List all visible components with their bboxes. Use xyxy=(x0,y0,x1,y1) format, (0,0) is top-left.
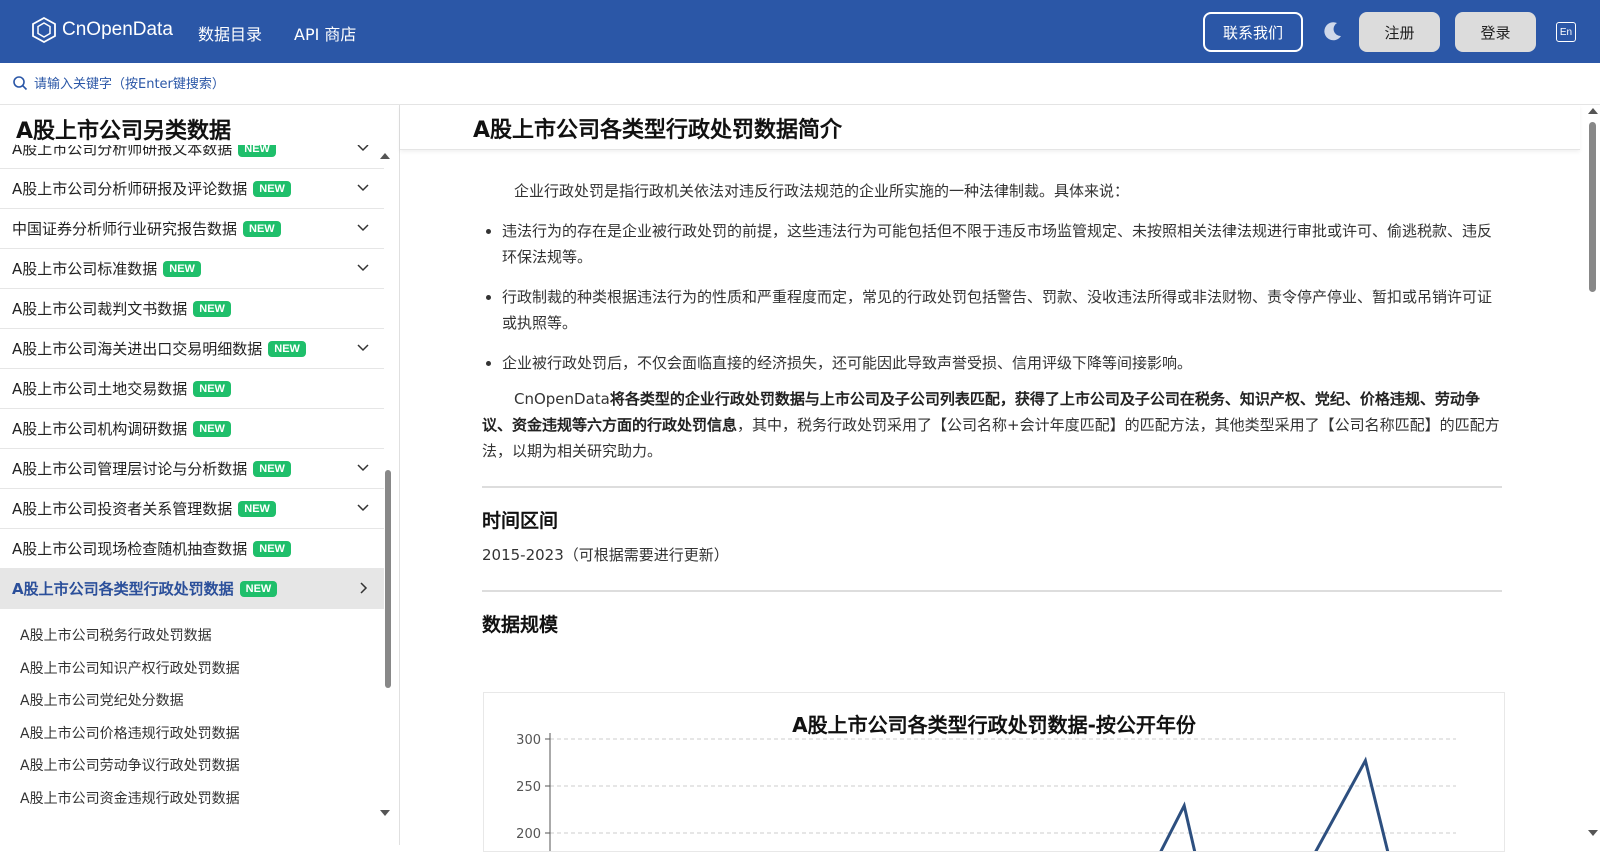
chart-title: A股上市公司各类型行政处罚数据-按公开年份 xyxy=(792,713,1196,737)
y-tick-label: 200 xyxy=(516,827,541,842)
sidebar-item[interactable]: A股上市公司现场检查随机抽查数据 NEW xyxy=(0,529,384,569)
sidebar-item[interactable]: A股上市公司土地交易数据 NEW xyxy=(0,369,384,409)
chevron-right-icon[interactable] xyxy=(356,581,370,595)
sidebar-sub-list: A股上市公司税务行政处罚数据 A股上市公司知识产权行政处罚数据 A股上市公司党纪处分… xyxy=(0,609,384,814)
bullet-item: 企业被行政处罚后，不仅会面临直接的经济损失，还可能因此导致声誉受损、信用评级下降… xyxy=(502,350,1502,376)
sidebar: A股上市公司分析师研报文本数据 NEW A股上市公司分析师研报及评论数据 NEW 中国证… xyxy=(0,105,400,845)
sidebar-item-label: A股上市公司裁判文书数据 xyxy=(12,300,188,318)
sidebar-sub-item[interactable]: A股上市公司党纪处分数据 xyxy=(0,684,384,717)
sidebar-item[interactable]: A股上市公司分析师研报及评论数据 NEW xyxy=(0,169,384,209)
sidebar-sub-item[interactable]: A股上市公司资金违规行政处罚数据 xyxy=(0,782,384,815)
sidebar-item[interactable]: A股上市公司裁判文书数据 NEW xyxy=(0,289,384,329)
sidebar-item[interactable]: A股上市公司管理层讨论与分析数据 NEW xyxy=(0,449,384,489)
sidebar-item-label: A股上市公司各类型行政处罚数据 xyxy=(12,580,234,598)
sidebar-item-label: A股上市公司土地交易数据 xyxy=(12,380,188,398)
series-line-segment xyxy=(1314,756,1390,851)
new-badge: NEW xyxy=(253,540,291,557)
sidebar-item[interactable]: A股上市公司各类型行政处罚数据 NEW xyxy=(0,569,384,609)
page-scroll-down-arrow[interactable] xyxy=(1588,830,1598,836)
language-toggle[interactable]: En xyxy=(1556,22,1576,42)
main-header: A股上市公司各类型行政处罚数据简介 xyxy=(400,105,1580,150)
sidebar-sub-item[interactable]: A股上市公司税务行政处罚数据 xyxy=(0,619,384,652)
divider xyxy=(482,486,1502,488)
page-scroll-up-arrow[interactable] xyxy=(1588,108,1598,114)
sidebar-item[interactable]: A股上市公司投资者关系管理数据 NEW xyxy=(0,489,384,529)
new-badge: NEW xyxy=(268,340,306,357)
sidebar-item-label: A股上市公司管理层讨论与分析数据 xyxy=(12,460,248,478)
sidebar-sub-item[interactable]: A股上市公司知识产权行政处罚数据 xyxy=(0,652,384,685)
new-badge: NEW xyxy=(193,380,231,397)
divider xyxy=(482,590,1502,592)
summary-prefix: CnOpenData xyxy=(514,390,610,408)
login-button[interactable]: 登录 xyxy=(1455,12,1536,52)
sidebar-scrollbar[interactable] xyxy=(385,470,391,688)
new-badge: NEW xyxy=(193,300,231,317)
sidebar-item-label: A股上市公司分析师研报及评论数据 xyxy=(12,180,248,198)
new-badge: NEW xyxy=(253,460,291,477)
search-input[interactable] xyxy=(34,73,434,95)
sidebar-item-label: A股上市公司机构调研数据 xyxy=(12,420,188,438)
new-badge: NEW xyxy=(163,260,201,277)
sidebar-item[interactable]: 中国证券分析师行业研究报告数据 NEW xyxy=(0,209,384,249)
chevron-down-icon[interactable] xyxy=(356,181,370,195)
new-badge: NEW xyxy=(243,220,281,237)
series-line-segment xyxy=(1159,801,1197,851)
top-nav: CnOpenData 数据目录 API 商店 联系我们 注册 登录 En xyxy=(0,0,1600,63)
sidebar-item-label: A股上市公司现场检查随机抽查数据 xyxy=(12,540,248,558)
nav-api-store[interactable]: API 商店 xyxy=(294,21,356,45)
summary-paragraph: CnOpenData将各类型的企业行政处罚数据与上市公司及子公司列表匹配，获得了… xyxy=(482,386,1502,464)
new-badge: NEW xyxy=(239,580,278,597)
sidebar-item-label: 中国证券分析师行业研究报告数据 xyxy=(12,220,238,238)
contact-us-button[interactable]: 联系我们 xyxy=(1203,12,1303,52)
time-section-title: 时间区间 xyxy=(482,510,559,532)
register-button[interactable]: 注册 xyxy=(1359,12,1440,52)
sidebar-item-label: A股上市公司海关进出口交易明细数据 xyxy=(12,340,263,358)
sidebar-sub-item[interactable]: A股上市公司价格违规行政处罚数据 xyxy=(0,717,384,750)
time-range-value: 2015-2023（可根据需要进行更新） xyxy=(482,546,729,564)
chevron-down-icon[interactable] xyxy=(356,261,370,275)
nav-data-catalog[interactable]: 数据目录 xyxy=(198,21,262,45)
new-badge: NEW xyxy=(193,420,231,437)
sidebar-item-label: A股上市公司标准数据 xyxy=(12,260,158,278)
intro-paragraph: 企业行政处罚是指行政机关依法对违反行政法规范的企业所实施的一种法律制裁。具体来说… xyxy=(514,182,1130,200)
chart-container: 300 250 200 A股上市公司各类型行政处罚数据-按公开年份 xyxy=(483,692,1505,852)
page-title: A股上市公司各类型行政处罚数据简介 xyxy=(473,118,843,143)
new-badge: NEW xyxy=(238,500,276,517)
brand-name: CnOpenData xyxy=(62,19,173,40)
search-icon xyxy=(13,76,28,91)
y-tick-label: 250 xyxy=(516,780,541,795)
sidebar-item[interactable]: A股上市公司标准数据 NEW xyxy=(0,249,384,289)
sidebar-item[interactable]: A股上市公司海关进出口交易明细数据 NEW xyxy=(0,329,384,369)
sidebar-sub-item[interactable]: A股上市公司劳动争议行政处罚数据 xyxy=(0,749,384,782)
bullet-list: 违法行为的存在是企业被行政处罚的前提，这些违法行为可能包括但不限于违反市场监管规… xyxy=(502,218,1502,376)
search-bar xyxy=(0,63,1600,105)
main-content: 企业行政处罚是指行政机关依法对违反行政法规范的企业所实施的一种法律制裁。具体来说… xyxy=(482,178,1502,646)
bullet-item: 违法行为的存在是企业被行政处罚的前提，这些违法行为可能包括但不限于违反市场监管规… xyxy=(502,218,1502,270)
moon-icon[interactable] xyxy=(1322,20,1344,42)
brand-logo[interactable]: CnOpenData xyxy=(32,17,173,43)
sidebar-item-label: A股上市公司投资者关系管理数据 xyxy=(12,500,233,518)
scale-section-title: 数据规模 xyxy=(482,614,559,636)
sidebar-scroll-up-arrow[interactable] xyxy=(380,153,390,159)
page-scrollbar[interactable] xyxy=(1589,122,1596,292)
chevron-down-icon[interactable] xyxy=(356,461,370,475)
new-badge: NEW xyxy=(253,180,291,197)
chevron-down-icon[interactable] xyxy=(356,501,370,515)
chevron-down-icon[interactable] xyxy=(356,341,370,355)
hexagon-logo-icon xyxy=(32,17,56,43)
sidebar-scroll-down-arrow[interactable] xyxy=(380,810,390,816)
sidebar-item[interactable]: A股上市公司机构调研数据 NEW xyxy=(0,409,384,449)
sidebar-list: A股上市公司分析师研报文本数据 NEW A股上市公司分析师研报及评论数据 NEW 中国证… xyxy=(0,129,384,814)
bullet-item: 行政制裁的种类根据违法行为的性质和严重程度而定，常见的行政处罚包括警告、罚款、没… xyxy=(502,284,1502,336)
chevron-down-icon[interactable] xyxy=(356,221,370,235)
sidebar-title: A股上市公司另类数据 xyxy=(16,113,386,145)
